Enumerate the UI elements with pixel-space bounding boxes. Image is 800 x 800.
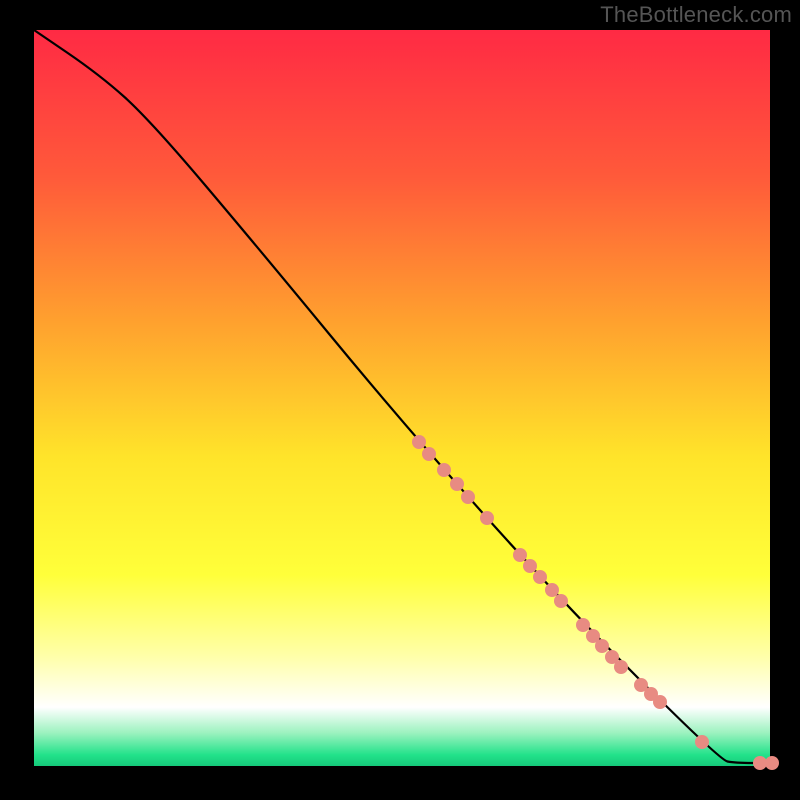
cpu-marker	[461, 490, 475, 504]
cpu-marker	[695, 735, 709, 749]
cpu-marker	[554, 594, 568, 608]
cpu-marker	[753, 756, 767, 770]
cpu-marker	[653, 695, 667, 709]
cpu-marker	[523, 559, 537, 573]
cpu-marker	[576, 618, 590, 632]
chart-svg	[0, 0, 800, 800]
cpu-marker	[765, 756, 779, 770]
chart-frame: { "watermark": "TheBottleneck.com", "col…	[0, 0, 800, 800]
watermark-text: TheBottleneck.com	[600, 2, 792, 28]
cpu-marker	[450, 477, 464, 491]
cpu-marker	[595, 639, 609, 653]
cpu-marker	[437, 463, 451, 477]
cpu-marker	[422, 447, 436, 461]
cpu-marker	[480, 511, 494, 525]
plot-background	[34, 30, 770, 766]
cpu-marker	[545, 583, 559, 597]
cpu-marker	[412, 435, 426, 449]
cpu-marker	[533, 570, 547, 584]
cpu-marker	[614, 660, 628, 674]
cpu-marker	[513, 548, 527, 562]
